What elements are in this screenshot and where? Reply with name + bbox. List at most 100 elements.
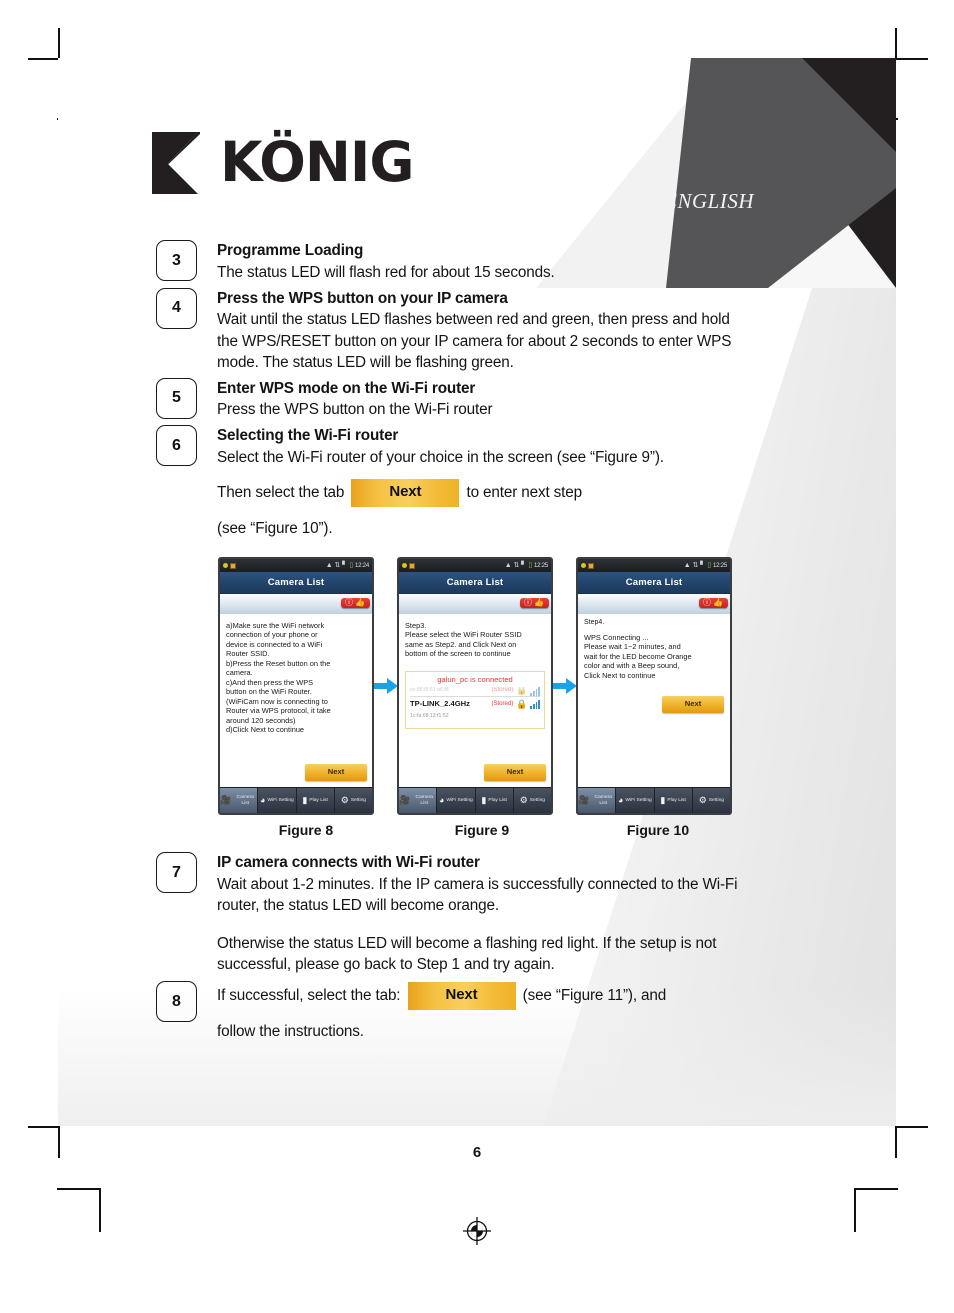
tab-label: Camera List — [415, 795, 433, 806]
step-title: Enter WPS mode on the Wi-Fi router — [217, 379, 476, 397]
info-thumb-badge[interactable]: ⓘ 👍 — [520, 598, 549, 609]
tab-label: WiFi Setting — [446, 797, 473, 803]
battery-icon: ▯ — [707, 562, 711, 570]
tab-label: Play List — [667, 797, 686, 803]
phone-screen-body: Step4. WPS Connecting ... Please wait 1~… — [578, 614, 730, 788]
phone-next-button[interactable]: Next — [305, 764, 367, 782]
status-clock: 12:25 — [712, 562, 727, 569]
body-line: c)And then press the WPS — [226, 677, 314, 687]
body-line: color and with a Beep sound, — [584, 661, 680, 671]
lock-icon: 🔒 — [516, 698, 528, 709]
figure-10-phone: ▲ ⇅ ▘ ▯ 12:25 Camera List ⓘ 👍 Step4. WPS… — [576, 557, 732, 816]
playlist-icon: ▮ — [481, 795, 487, 806]
trim-mark-bl-h — [57, 1188, 101, 1190]
step-text: Select the Wi-Fi router of your choice i… — [217, 449, 664, 467]
info-thumb-badge[interactable]: ⓘ 👍 — [341, 598, 370, 609]
crop-mark-tr-h — [896, 58, 928, 60]
figure-caption: Figure 10 — [626, 822, 690, 839]
wifi-icon: ◕ — [617, 795, 624, 806]
sync-icon: ⇅ — [513, 562, 520, 570]
figures-row: ▲ ⇅ ▘ ▯ 12:24 Camera List ⓘ 👍 a)Make sur… — [218, 557, 746, 816]
step-text-secondary: Otherwise the status LED will become a f… — [217, 934, 717, 973]
thumbs-up-icon: 👍 — [355, 598, 365, 608]
connected-note: galun_pc is connected — [437, 674, 513, 684]
body-line: d)Click Next to continue — [226, 725, 305, 735]
info-thumb-badge[interactable]: ⓘ 👍 — [699, 598, 728, 609]
tab-play-list[interactable]: ▮ Play List — [655, 788, 693, 814]
body-line: button on the WiFi Router. — [226, 687, 312, 697]
phone-title-bar: Camera List — [578, 572, 730, 595]
step-title: IP camera connects with Wi-Fi router — [217, 854, 480, 872]
status-right-icons: ▲ ⇅ ▘ ▯ 12:24 — [326, 562, 369, 569]
phone-title-bar: Camera List — [220, 572, 372, 595]
text-after-button: to enter next step — [466, 484, 582, 502]
next-button-inline[interactable]: Next — [407, 982, 516, 1010]
signal-icon: ▘ — [521, 562, 527, 570]
status-clock: 12:24 — [354, 562, 369, 569]
status-left-icons — [581, 562, 594, 569]
tab-setting[interactable]: ⚙ Setting — [514, 788, 551, 813]
step-4: 4 Press the WPS button on your IP camera… — [156, 287, 746, 373]
access-point-row[interactable]: ec:88:8f:61:a6:f8 (Stored) 🔒 — [410, 686, 540, 696]
camera-icon: 🎥 — [220, 795, 232, 806]
tab-label: Play List — [488, 797, 507, 803]
tab-camera-list[interactable]: 🎥 Camera List — [399, 788, 438, 814]
body-line: around 120 seconds) — [226, 715, 296, 725]
tab-label: Camera List — [236, 795, 254, 806]
notification-dot-icon — [581, 563, 586, 569]
body-line: device is connected to a WiFi — [226, 639, 323, 649]
body-line: a)Make sure the WiFi network — [226, 621, 325, 631]
step-7: 7 IP camera connects with Wi-Fi router W… — [156, 852, 746, 975]
crop-mark-tl-h — [28, 58, 60, 60]
body-line: Please select the WiFi Router SSID — [405, 630, 522, 640]
next-button-inline[interactable]: Next — [351, 479, 460, 507]
crop-mark-bl-h — [28, 1126, 60, 1128]
trim-mark-br-v — [854, 1188, 856, 1232]
trim-mark-bl-v — [99, 1188, 101, 1232]
phone-next-button[interactable]: Next — [484, 764, 546, 782]
language-label: ENGLISH — [664, 189, 754, 213]
body-line: Router via WPS protocol, it take — [226, 706, 331, 716]
signal-icon: ▘ — [700, 562, 706, 570]
tab-camera-list[interactable]: 🎥 Camera List — [578, 788, 617, 814]
tab-label: Setting — [350, 797, 367, 803]
tab-wifi-setting[interactable]: ◕ WiFi Setting — [258, 788, 297, 814]
wifi-router-list: galun_pc is connected ec:88:8f:61:a6:f8 … — [405, 670, 545, 729]
tab-label: Setting — [529, 797, 546, 803]
step-number-badge: 3 — [156, 240, 197, 281]
step-label: Step4. — [584, 619, 605, 627]
signal-bars-icon — [530, 686, 540, 696]
step-number-badge: 4 — [156, 287, 197, 329]
figure-caption: Figure 8 — [278, 822, 334, 839]
gear-icon: ⚙ — [340, 795, 349, 806]
ap-mac: ec:88:8f:61:a6:f8 — [410, 687, 449, 694]
phone-tab-bar: 🎥 Camera List ◕ WiFi Setting ▮ Play List — [578, 787, 730, 814]
flow-arrow-2 — [552, 678, 577, 695]
phone-status-bar: ▲ ⇅ ▘ ▯ 12:25 — [399, 559, 551, 573]
status-right-icons: ▲ ⇅ ▘ ▯ 12:25 — [684, 562, 727, 569]
crop-mark-tl-v — [58, 28, 60, 60]
tab-setting[interactable]: ⚙ Setting — [693, 788, 730, 813]
registration-mark-bottom — [462, 1216, 492, 1246]
sync-icon: ⇅ — [334, 562, 341, 570]
body-line: bottom of the screen to continue — [405, 649, 511, 659]
figure-8-phone: ▲ ⇅ ▘ ▯ 12:24 Camera List ⓘ 👍 a)Make sur… — [218, 557, 374, 816]
body-line: Please wait 1~2 minutes, and — [584, 642, 681, 652]
step-3: 3 Programme Loading The status LED will … — [156, 240, 746, 283]
page-sheet: ENGLISH KÖNIG 3 Programme Loading The st… — [58, 58, 896, 1126]
body-line: b)Press the Reset button on the — [226, 658, 331, 668]
tab-play-list[interactable]: ▮ Play List — [297, 788, 335, 814]
step-5: 5 Enter WPS mode on the Wi-Fi router Pre… — [156, 377, 746, 421]
tab-wifi-setting[interactable]: ◕ WiFi Setting — [616, 788, 655, 814]
access-point-row[interactable]: TP-LINK_2.4GHz (Stored) 🔒 — [410, 695, 540, 713]
tab-setting[interactable]: ⚙ Setting — [335, 788, 372, 813]
tab-wifi-setting[interactable]: ◕ WiFi Setting — [437, 788, 476, 814]
tab-play-list[interactable]: ▮ Play List — [476, 788, 514, 814]
tab-label: WiFi Setting — [267, 797, 294, 803]
lock-icon: 🔒 — [516, 686, 528, 696]
crop-mark-tr-v — [895, 28, 897, 60]
phone-next-button[interactable]: Next — [662, 696, 724, 714]
tab-camera-list[interactable]: 🎥 Camera List — [220, 788, 259, 814]
app-badge-icon — [230, 562, 236, 569]
figure-9-phone: ▲ ⇅ ▘ ▯ 12:25 Camera List ⓘ 👍 Step3. Ple… — [397, 557, 553, 816]
